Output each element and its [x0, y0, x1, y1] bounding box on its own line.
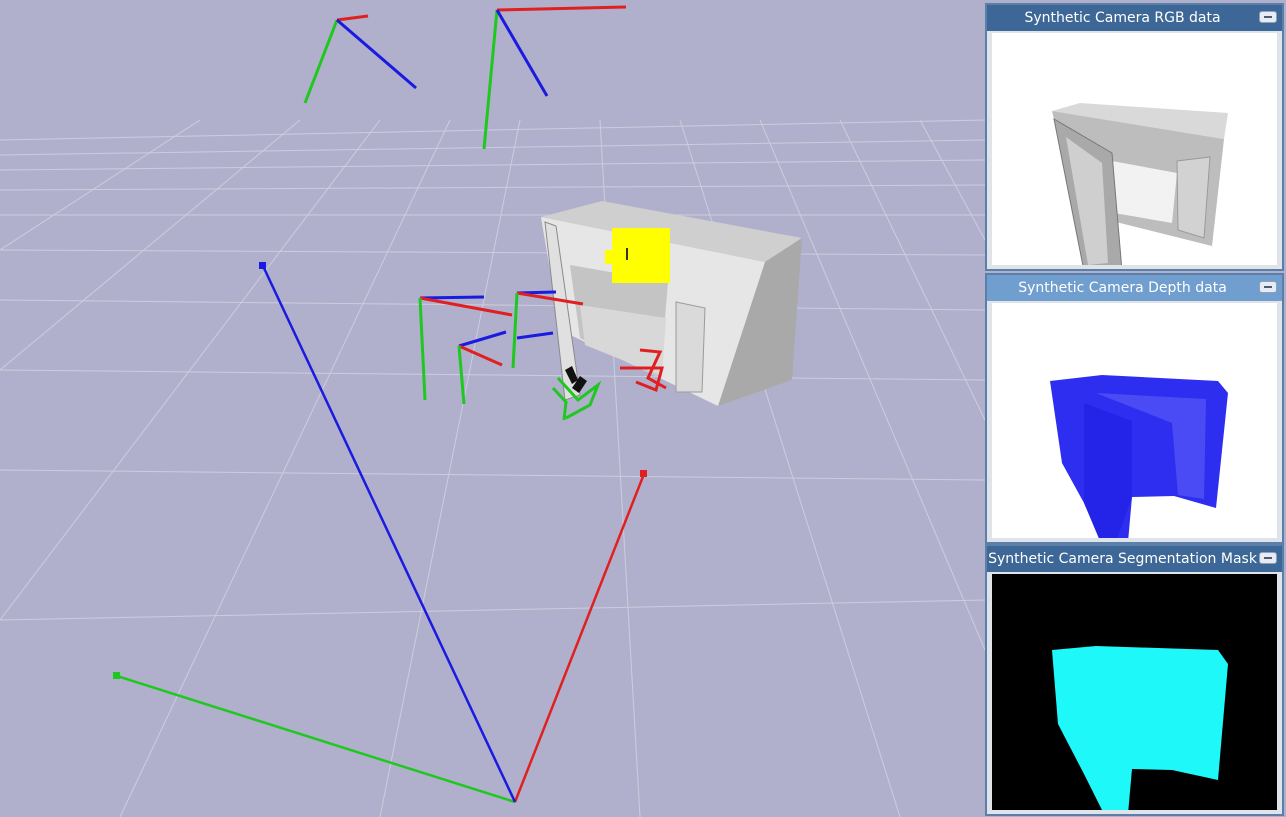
panel-title: Synthetic Camera Segmentation Mask	[988, 551, 1257, 567]
rgb-camera-panel[interactable]: Synthetic Camera RGB data	[985, 3, 1284, 271]
panel-title: Synthetic Camera RGB data	[1024, 10, 1221, 26]
minimize-button[interactable]	[1259, 281, 1277, 293]
minimize-button[interactable]	[1259, 11, 1277, 23]
segmentation-image-view	[992, 574, 1277, 810]
panel-titlebar[interactable]: Synthetic Camera Segmentation Mask	[987, 546, 1282, 572]
depth-camera-panel[interactable]: Synthetic Camera Depth data	[985, 273, 1284, 544]
rgb-image-view	[992, 33, 1277, 265]
panel-titlebar[interactable]: Synthetic Camera RGB data	[987, 5, 1282, 31]
segmentation-camera-panel[interactable]: Synthetic Camera Segmentation Mask	[985, 544, 1284, 816]
panel-title: Synthetic Camera Depth data	[1018, 280, 1227, 296]
panel-titlebar[interactable]: Synthetic Camera Depth data	[987, 275, 1282, 301]
depth-image-view	[992, 303, 1277, 538]
minimize-button[interactable]	[1259, 552, 1277, 564]
